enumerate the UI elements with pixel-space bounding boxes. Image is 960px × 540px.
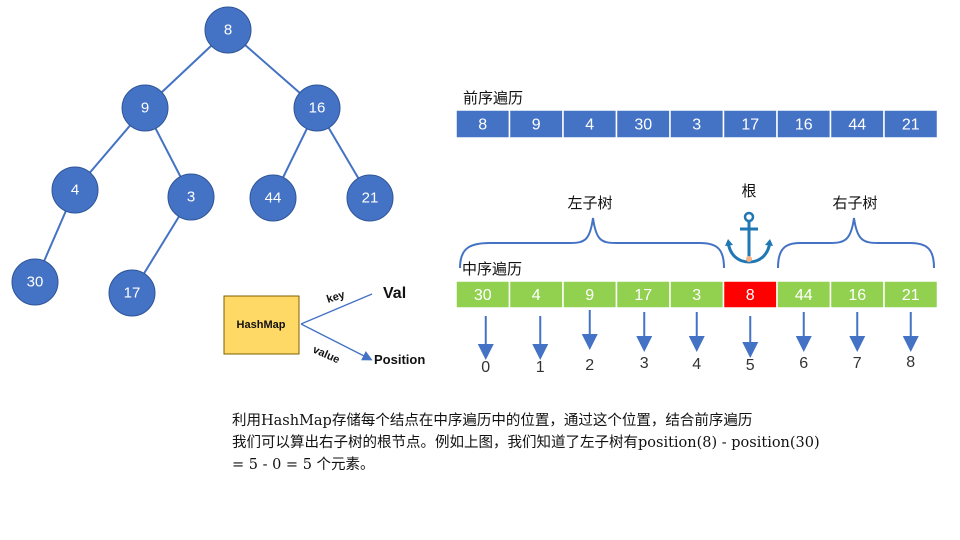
right-subtree-brace [777, 217, 935, 269]
preorder-cell-value: 17 [741, 117, 759, 134]
tree-node-label: 21 [362, 190, 379, 207]
root-label: 根 [741, 182, 756, 200]
preorder-cell-value: 9 [532, 117, 541, 134]
tree-node-label: 44 [265, 190, 282, 207]
caption-line-3: = 5 - 0 = 5 个元素。 [232, 457, 375, 473]
key-label: key [325, 288, 347, 305]
index-number: 2 [585, 357, 594, 374]
inorder-cell-value: 17 [634, 287, 652, 304]
index-number: 5 [746, 357, 755, 374]
left-subtree-label: 左子树 [567, 194, 612, 212]
preorder-title: 前序遍历 [463, 89, 523, 107]
tree-node-label: 3 [187, 189, 195, 206]
inorder-cell-value: 9 [585, 287, 594, 304]
position-label: Position [374, 352, 425, 367]
val-label: Val [383, 285, 406, 302]
index-number: 7 [853, 355, 862, 372]
right-subtree-label: 右子树 [832, 194, 877, 212]
tree-node-label: 30 [27, 274, 44, 291]
tree-node-label: 4 [71, 182, 79, 199]
caption-text: 利用HashMap存储每个结点在中序遍历中的位置，通过这个位置，结合前序遍历 我… [232, 410, 932, 476]
inorder-cell-value: 21 [902, 287, 920, 304]
inorder-cell-value: 44 [795, 287, 813, 304]
index-arrows: 0 1 2 3 4 5 6 7 8 [477, 310, 919, 376]
tree-node-label: 17 [124, 285, 141, 302]
inorder-cell-value: 3 [692, 287, 701, 304]
caption-line-2: 我们可以算出右子树的根节点。例如上图，我们知道了左子树有position(8) … [232, 435, 820, 451]
inorder-cell-value: 16 [848, 287, 866, 304]
inorder-array: 30 4 9 17 3 8 44 16 21 [455, 280, 939, 309]
tree-edges [34, 29, 371, 294]
preorder-cell-value: 3 [692, 117, 701, 134]
preorder-cell-value: 4 [585, 117, 594, 134]
inorder-title: 中序遍历 [462, 260, 522, 278]
index-number: 0 [481, 359, 490, 376]
index-number: 6 [799, 355, 808, 372]
hashmap-label: HashMap [237, 319, 286, 331]
index-number: 4 [692, 356, 701, 373]
tree-node-label: 9 [141, 100, 149, 117]
caption-line-1: 利用HashMap存储每个结点在中序遍历中的位置，通过这个位置，结合前序遍历 [232, 413, 753, 429]
anchor-icon [725, 211, 773, 264]
preorder-cell-value: 16 [795, 117, 813, 134]
preorder-cell-value: 44 [848, 117, 866, 134]
tree-node-label: 8 [224, 22, 232, 39]
inorder-cell-value: 4 [532, 287, 541, 304]
preorder-cell-value: 30 [634, 117, 652, 134]
preorder-cell-value: 8 [478, 117, 487, 134]
index-number: 3 [640, 355, 649, 372]
preorder-cell-value: 21 [902, 117, 920, 134]
index-number: 1 [536, 359, 545, 376]
tree-node-label: 16 [309, 100, 326, 117]
value-label: value [311, 344, 342, 366]
index-number: 8 [906, 354, 915, 371]
inorder-cell-value: 8 [746, 287, 755, 304]
inorder-cell-value: 30 [474, 287, 492, 304]
preorder-array: 8 9 4 30 3 17 16 44 21 [455, 109, 939, 139]
